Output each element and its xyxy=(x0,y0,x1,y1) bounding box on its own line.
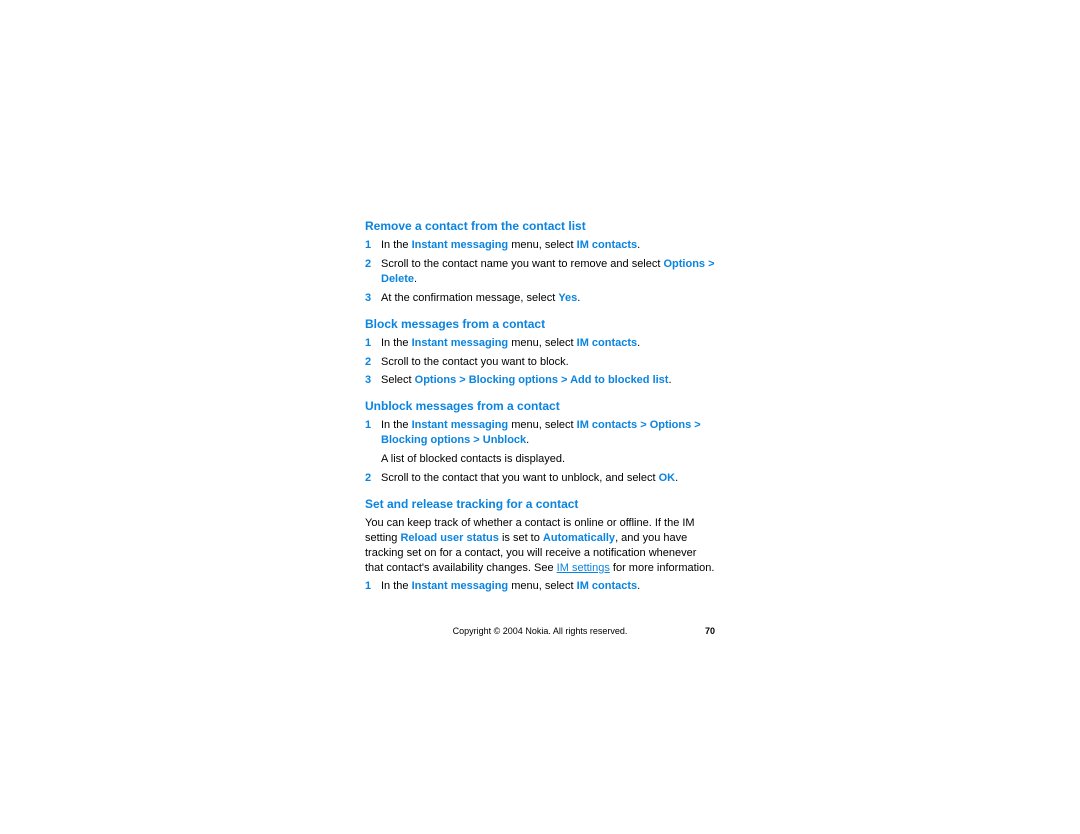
heading-tracking: Set and release tracking for a contact xyxy=(365,496,715,512)
menu-link: Yes xyxy=(558,292,577,304)
step-text: At the confirmation message, select Yes. xyxy=(381,291,715,306)
document-page: Remove a contact from the contact list 1… xyxy=(365,218,715,598)
heading-unblock-messages: Unblock messages from a contact xyxy=(365,398,715,414)
step-number: 1 xyxy=(365,238,381,253)
step-text: Scroll to the contact you want to block. xyxy=(381,355,715,370)
page-number: 70 xyxy=(705,626,715,636)
step-number: 1 xyxy=(365,418,381,448)
step-row: 2 Scroll to the contact that you want to… xyxy=(365,471,715,486)
menu-link: IM contacts xyxy=(577,337,638,349)
step-row: 3 At the confirmation message, select Ye… xyxy=(365,291,715,306)
menu-link: Instant messaging xyxy=(412,580,509,592)
step-text: Scroll to the contact that you want to u… xyxy=(381,471,715,486)
step-number: 1 xyxy=(365,336,381,351)
menu-link: Instant messaging xyxy=(412,239,509,251)
step-number: 3 xyxy=(365,291,381,306)
step-number: 3 xyxy=(365,373,381,388)
step-row: 2 Scroll to the contact name you want to… xyxy=(365,257,715,287)
step-row: 1 In the Instant messaging menu, select … xyxy=(365,418,715,448)
step-row: 3 Select Options > Blocking options > Ad… xyxy=(365,373,715,388)
step-text: In the Instant messaging menu, select IM… xyxy=(381,336,715,351)
menu-link: OK xyxy=(659,472,676,484)
step-number: 1 xyxy=(365,579,381,594)
step-row: 1 In the Instant messaging menu, select … xyxy=(365,238,715,253)
step-row: 1 In the Instant messaging menu, select … xyxy=(365,579,715,594)
paragraph: You can keep track of whether a contact … xyxy=(365,516,715,575)
setting-link: Reload user status xyxy=(400,532,498,544)
step-text: In the Instant messaging menu, select IM… xyxy=(381,238,715,253)
step-text: In the Instant messaging menu, select IM… xyxy=(381,418,715,448)
step-row: 1 In the Instant messaging menu, select … xyxy=(365,336,715,351)
step-text: Select Options > Blocking options > Add … xyxy=(381,373,715,388)
step-text: In the Instant messaging menu, select IM… xyxy=(381,579,715,594)
step-row: 2 Scroll to the contact you want to bloc… xyxy=(365,355,715,370)
menu-link: Instant messaging xyxy=(412,337,509,349)
note-text: A list of blocked contacts is displayed. xyxy=(381,452,715,467)
step-number: 2 xyxy=(365,257,381,287)
copyright-text: Copyright © 2004 Nokia. All rights reser… xyxy=(453,626,628,636)
heading-block-messages: Block messages from a contact xyxy=(365,316,715,332)
heading-remove-contact: Remove a contact from the contact list xyxy=(365,218,715,234)
page-footer: Copyright © 2004 Nokia. All rights reser… xyxy=(365,626,715,636)
step-number: 2 xyxy=(365,471,381,486)
step-text: Scroll to the contact name you want to r… xyxy=(381,257,715,287)
menu-link: Options > Blocking options > Add to bloc… xyxy=(415,374,669,386)
menu-link: Instant messaging xyxy=(412,419,509,431)
cross-reference-link[interactable]: IM settings xyxy=(557,562,610,574)
step-number: 2 xyxy=(365,355,381,370)
menu-link: IM contacts xyxy=(577,580,638,592)
menu-link: IM contacts xyxy=(577,239,638,251)
setting-link: Automatically xyxy=(543,532,615,544)
